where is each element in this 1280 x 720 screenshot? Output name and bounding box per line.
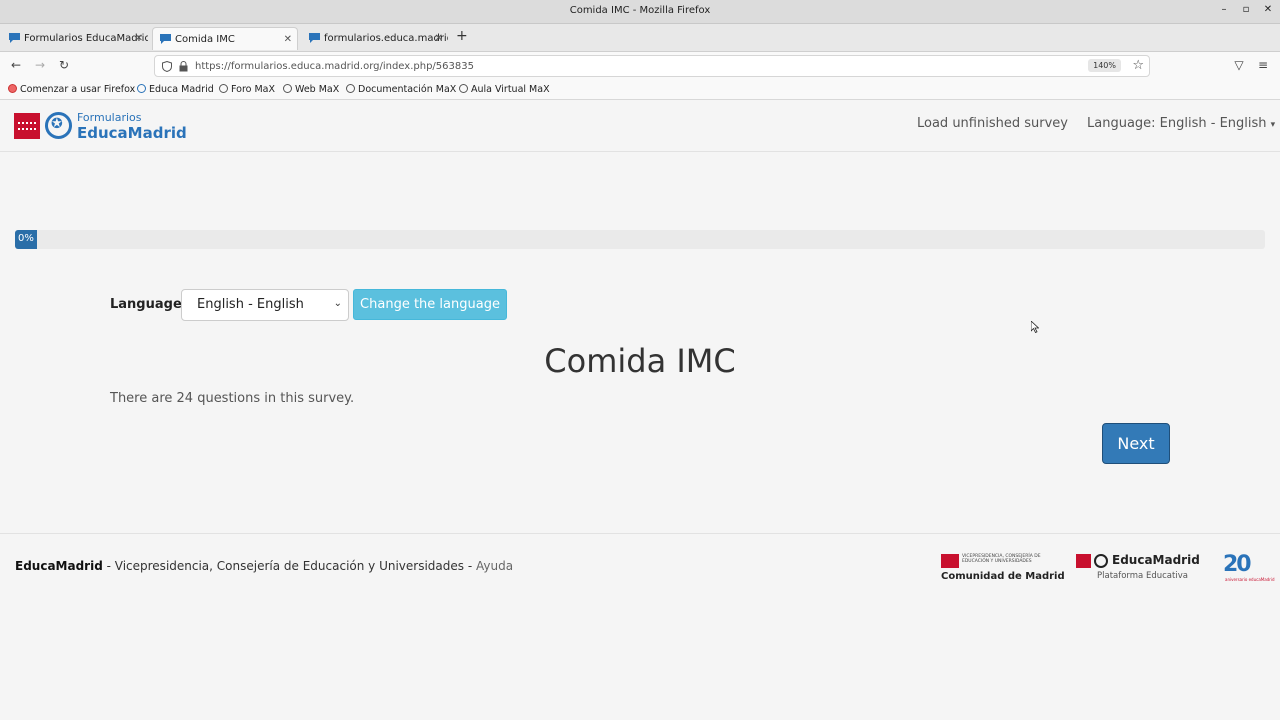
educamadrid-icon	[137, 84, 146, 93]
chat-icon	[9, 33, 20, 43]
bookmarks-toolbar: Comenzar a usar Firefox Educa Madrid For…	[0, 80, 1280, 100]
bookmark-label: Comenzar a usar Firefox	[20, 84, 136, 95]
logo-subtitle: Plataforma Educativa	[1097, 571, 1188, 581]
footer-text: EducaMadrid - Vicepresidencia, Consejerí…	[15, 559, 513, 573]
madrid-flag-icon	[1076, 554, 1091, 568]
language-select-value: English - English	[197, 297, 304, 312]
language-label: Language:	[110, 297, 187, 312]
shield-icon[interactable]	[162, 61, 172, 72]
language-select[interactable]: English - English ⌄	[181, 289, 349, 321]
question-count-text: There are 24 questions in this survey.	[110, 391, 355, 406]
site-footer: EducaMadrid - Vicepresidencia, Consejerí…	[0, 533, 1280, 720]
bookmark-web-max[interactable]: Web MaX	[283, 84, 339, 95]
bookmark-educa-madrid[interactable]: Educa Madrid	[137, 84, 214, 95]
tab-formularios-educamadrid[interactable]: Formularios EducaMadrid ✕	[2, 27, 148, 50]
survey-title: Comida IMC	[544, 342, 736, 380]
lock-icon[interactable]	[179, 61, 188, 72]
logo-small-text: VICEPRESIDENCIA, CONSEJERÍA DE EDUCACIÓN…	[962, 554, 1041, 564]
caret-down-icon: ▾	[1270, 120, 1276, 130]
chat-icon	[309, 33, 320, 43]
help-link[interactable]: Ayuda	[476, 559, 513, 573]
logo-big-text: Comunidad de Madrid	[941, 571, 1065, 582]
bookmark-comenzar[interactable]: Comenzar a usar Firefox	[8, 84, 135, 95]
progress-label: 0%	[18, 233, 34, 244]
bookmark-foro-max[interactable]: Foro MaX	[219, 84, 275, 95]
chat-icon	[160, 34, 171, 44]
change-language-button[interactable]: Change the language	[353, 289, 507, 320]
logo-name: EducaMadrid	[1112, 553, 1200, 567]
minimize-icon[interactable]: –	[1217, 4, 1231, 15]
globe-icon	[346, 84, 355, 93]
educamadrid-circle-icon	[1094, 554, 1108, 568]
globe-icon	[219, 84, 228, 93]
tab-bar: Formularios EducaMadrid ✕ Comida IMC ✕ f…	[0, 24, 1280, 52]
footer-department: - Vicepresidencia, Consejería de Educaci…	[102, 559, 476, 573]
anniversary-logo[interactable]: 20 aniversario educaMadrid	[1223, 552, 1275, 582]
close-window-icon[interactable]: ✕	[1261, 4, 1275, 15]
url-bar[interactable]: https://formularios.educa.madrid.org/ind…	[154, 55, 1150, 77]
anniversary-number: 20	[1223, 552, 1252, 577]
tab-label: Comida IMC	[175, 34, 235, 45]
tab-comida-imc[interactable]: Comida IMC ✕	[152, 27, 298, 50]
language-menu[interactable]: Language: English - English ▾	[1087, 116, 1275, 131]
close-tab-icon[interactable]: ✕	[135, 27, 143, 50]
footer-brand: EducaMadrid	[15, 559, 103, 573]
forward-icon[interactable]: →	[32, 58, 48, 72]
window-titlebar: Comida IMC - Mozilla Firefox – ▫ ✕	[0, 0, 1280, 24]
firefox-icon	[8, 84, 17, 93]
flag-stars	[18, 122, 36, 130]
bookmark-label: Documentación MaX	[358, 84, 457, 95]
bookmark-star-icon[interactable]: ☆	[1132, 58, 1144, 73]
language-menu-label: Language: English - English	[1087, 116, 1267, 131]
star-icon: ✪	[51, 116, 63, 132]
back-icon[interactable]: ←	[8, 58, 24, 72]
tab-label: Formularios EducaMadrid	[24, 33, 148, 44]
tab-formularios-url[interactable]: formularios.educa.madrid ✕	[302, 27, 448, 50]
logo-subtitle[interactable]: Formularios	[77, 111, 142, 124]
maximize-icon[interactable]: ▫	[1239, 4, 1253, 15]
bookmark-documentacion-max[interactable]: Documentación MaX	[346, 84, 456, 95]
anniversary-text: aniversario educaMadrid	[1225, 577, 1275, 582]
load-unfinished-survey-link[interactable]: Load unfinished survey	[917, 116, 1068, 131]
menu-icon[interactable]: ≡	[1255, 58, 1271, 72]
educamadrid-logo-icon[interactable]: ✪	[45, 112, 72, 139]
tab-label: formularios.educa.madrid	[324, 33, 448, 44]
globe-icon	[459, 84, 468, 93]
close-tab-icon[interactable]: ✕	[284, 28, 292, 50]
bookmark-label: Aula Virtual MaX	[471, 84, 550, 95]
close-tab-icon[interactable]: ✕	[435, 27, 443, 50]
next-button[interactable]: Next	[1102, 423, 1170, 464]
navigation-bar: ← → ↻ https://formularios.educa.madrid.o…	[0, 52, 1280, 80]
zoom-level[interactable]: 140%	[1088, 59, 1121, 72]
reload-icon[interactable]: ↻	[56, 58, 72, 72]
chevron-down-icon: ⌄	[333, 298, 342, 309]
url-text[interactable]: https://formularios.educa.madrid.org/ind…	[195, 61, 474, 72]
globe-icon	[283, 84, 292, 93]
comunidad-madrid-flag-logo[interactable]	[14, 113, 40, 139]
bookmark-label: Web MaX	[295, 84, 340, 95]
new-tab-button[interactable]: +	[456, 28, 468, 44]
madrid-flag-icon	[941, 554, 959, 568]
bookmark-aula-virtual-max[interactable]: Aula Virtual MaX	[459, 84, 550, 95]
bookmark-label: Educa Madrid	[149, 84, 214, 95]
mouse-cursor-icon	[1031, 321, 1039, 333]
pocket-icon[interactable]: ▽	[1231, 58, 1247, 72]
bookmark-label: Foro MaX	[231, 84, 275, 95]
logo-title[interactable]: EducaMadrid	[77, 124, 187, 142]
progress-bar: 0%	[15, 230, 1265, 249]
window-title: Comida IMC - Mozilla Firefox	[569, 5, 711, 16]
